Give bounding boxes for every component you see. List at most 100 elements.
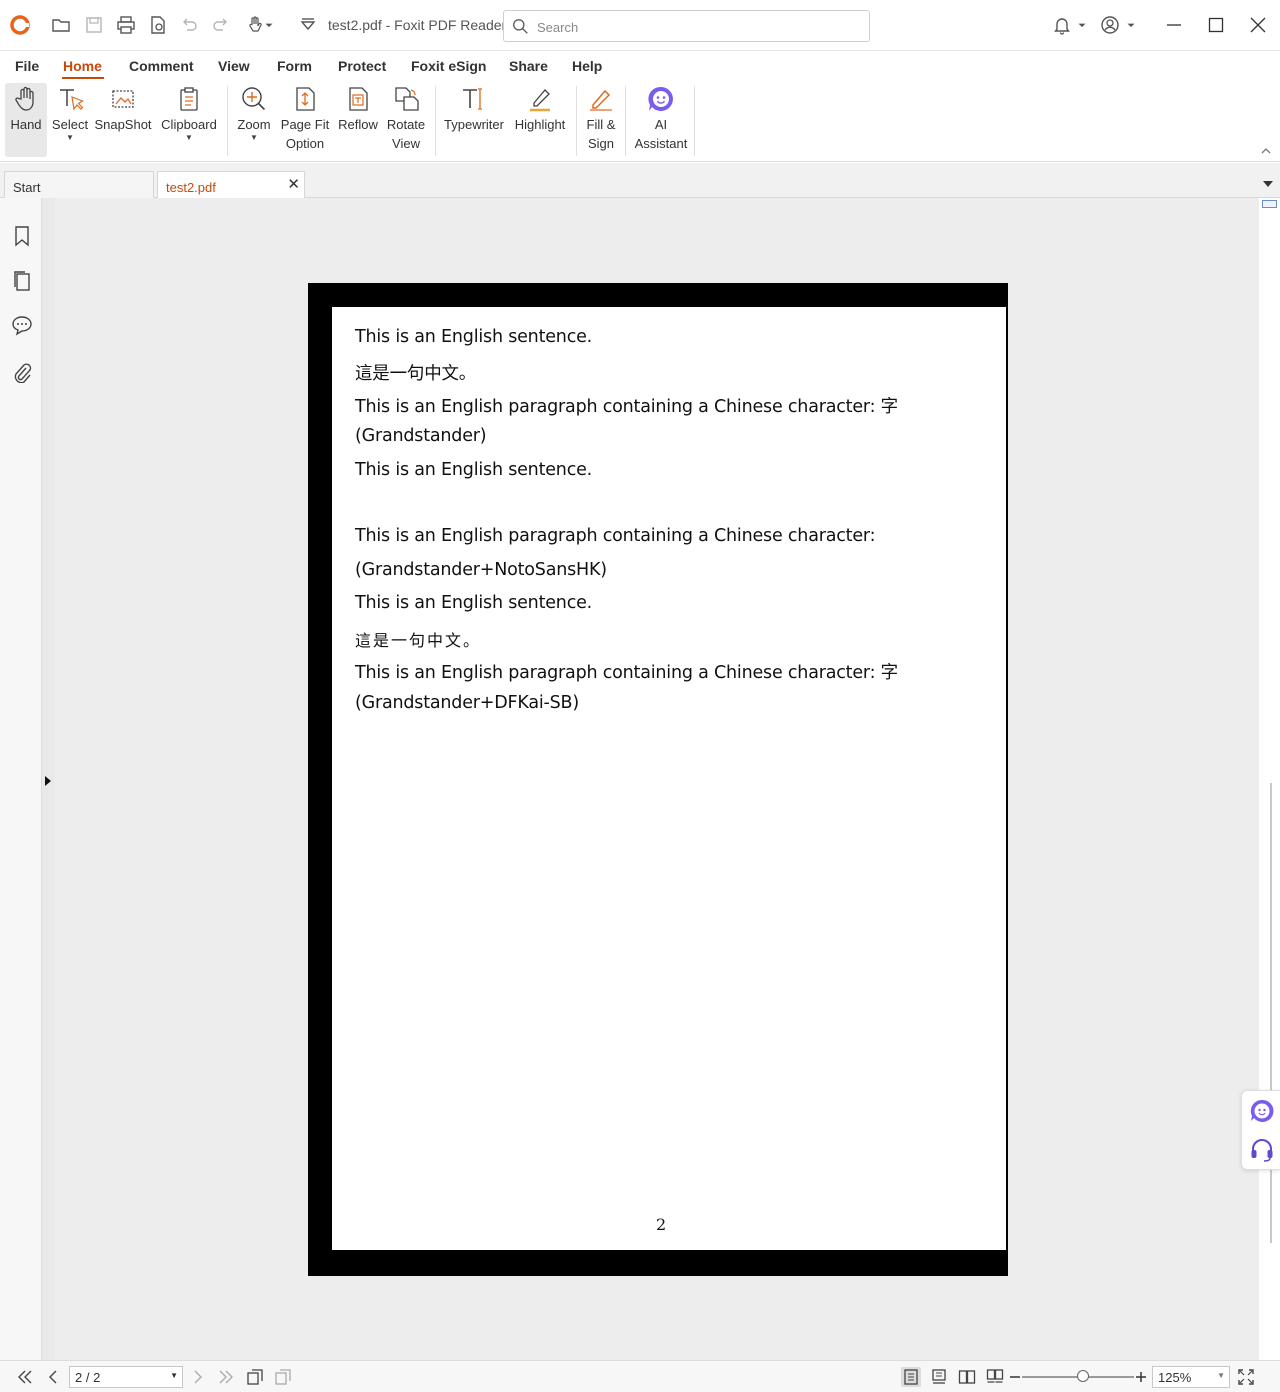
select-text-icon <box>54 85 86 113</box>
open-folder-icon[interactable] <box>50 14 72 36</box>
full-screen-icon[interactable] <box>1236 1367 1256 1387</box>
ribbon-separator <box>694 86 695 156</box>
ai-assistant-label-line1: AI <box>654 117 668 132</box>
highlight-button[interactable]: Highlight <box>511 83 569 157</box>
close-tab-icon[interactable]: ✕ <box>287 177 300 192</box>
menu-comment[interactable]: Comment <box>129 58 194 74</box>
page-fit-label-line1: Page Fit <box>280 117 330 132</box>
tab-list-dropdown-icon[interactable] <box>1262 176 1274 187</box>
title-bar: test2.pdf - Foxit PDF Reader <box>0 0 1280 51</box>
comments-icon[interactable] <box>11 314 33 336</box>
next-page-icon[interactable] <box>188 1367 208 1387</box>
continuous-facing-view-icon[interactable] <box>985 1367 1005 1387</box>
reflow-label: Reflow <box>338 117 378 132</box>
menu-protect[interactable]: Protect <box>338 58 386 74</box>
page-number-selector[interactable]: 2 / 2 ▼ <box>69 1366 183 1388</box>
tab-test2-pdf[interactable]: test2.pdf ✕ <box>157 171 305 198</box>
expand-panel-icon[interactable] <box>44 774 52 786</box>
account-icon[interactable] <box>1099 14 1121 36</box>
search-input[interactable] <box>537 17 857 37</box>
hand-label: Hand <box>10 117 42 132</box>
clipboard-label: Clipboard <box>161 117 217 132</box>
doc-line-5: This is an English sentence. <box>355 460 593 480</box>
chevron-down-icon: ▼ <box>170 1371 178 1380</box>
zoom-slider-thumb[interactable] <box>1077 1370 1089 1382</box>
zoom-in-icon[interactable] <box>1132 1367 1150 1387</box>
search-box[interactable] <box>503 10 870 42</box>
save-icon[interactable] <box>83 14 105 36</box>
continuous-view-icon[interactable] <box>929 1367 949 1387</box>
chevron-down-icon: ▼ <box>1217 1371 1225 1380</box>
customer-support-headset-icon[interactable] <box>1249 1137 1275 1163</box>
snapshot-icon <box>107 85 139 113</box>
close-icon[interactable] <box>1247 14 1269 36</box>
print-icon[interactable] <box>115 14 137 36</box>
menu-form[interactable]: Form <box>277 58 312 74</box>
hand-button[interactable]: Hand <box>5 83 47 157</box>
floating-assist-panel <box>1241 1090 1280 1170</box>
zoom-button[interactable]: Zoom ▼ <box>234 83 274 157</box>
menu-home[interactable]: Home <box>62 58 104 79</box>
undo-icon[interactable] <box>178 14 200 36</box>
bell-icon[interactable] <box>1051 14 1073 36</box>
vertical-scrollbar[interactable] <box>1259 198 1280 1360</box>
zoom-level-selector[interactable]: 125% ▼ <box>1152 1366 1230 1388</box>
doc-line-1: This is an English sentence. <box>355 327 593 347</box>
minimize-icon[interactable] <box>1163 14 1185 36</box>
fill-sign-label-line2: Sign <box>587 136 615 151</box>
menu-share[interactable]: Share <box>509 58 548 74</box>
snapshot-button[interactable]: SnapShot <box>94 83 152 157</box>
next-view-icon[interactable] <box>273 1367 293 1387</box>
first-page-icon[interactable] <box>15 1367 35 1387</box>
single-page-view-icon[interactable] <box>901 1367 921 1387</box>
scroll-position-marker[interactable] <box>1262 200 1277 208</box>
page-fit-icon <box>289 85 321 113</box>
ai-assistant-button[interactable]: AI Assistant <box>632 83 690 157</box>
ribbon-separator <box>435 86 436 156</box>
menu-foxit-esign[interactable]: Foxit eSign <box>411 58 486 74</box>
facing-view-icon[interactable] <box>957 1367 977 1387</box>
page-number-footer: 2 <box>656 1215 667 1234</box>
customize-quick-access-icon[interactable] <box>297 14 319 36</box>
highlight-label: Highlight <box>514 117 566 132</box>
bookmark-icon[interactable] <box>11 225 33 247</box>
previous-page-icon[interactable] <box>43 1367 63 1387</box>
redo-icon[interactable] <box>210 14 232 36</box>
foxit-logo-icon <box>9 14 31 36</box>
pdf-page: This is an English sentence. 這是一句中文。 Thi… <box>308 283 1008 1276</box>
rotate-label-line2: View <box>392 136 420 151</box>
menu-file[interactable]: File <box>15 58 39 74</box>
typewriter-button[interactable]: Typewriter <box>442 83 506 157</box>
scrollbar-thumb[interactable] <box>1270 783 1272 1243</box>
document-view[interactable]: This is an English sentence. 這是一句中文。 Thi… <box>55 198 1259 1360</box>
chevron-down-icon[interactable] <box>1075 14 1089 36</box>
tab-start[interactable]: Start <box>4 171 154 198</box>
pdf-page-content: This is an English sentence. 這是一句中文。 Thi… <box>332 307 1006 1250</box>
maximize-icon[interactable] <box>1205 14 1227 36</box>
fill-sign-button[interactable]: Fill & Sign <box>582 83 620 157</box>
chevron-down-icon[interactable] <box>1124 14 1138 36</box>
menu-view[interactable]: View <box>218 58 250 74</box>
zoom-level: 125% <box>1158 1370 1192 1385</box>
attachment-icon[interactable] <box>11 361 33 384</box>
select-label: Select <box>51 117 89 132</box>
previous-view-icon[interactable] <box>245 1367 265 1387</box>
menu-bar: File Home Comment View Form Protect Foxi… <box>0 52 1280 80</box>
rotate-view-button[interactable]: Rotate View <box>384 83 428 157</box>
clipboard-button[interactable]: Clipboard ▼ <box>158 83 220 157</box>
ribbon-separator <box>576 86 577 156</box>
doc-line-9: This is an English sentence. <box>355 593 593 613</box>
select-button[interactable]: Select ▼ <box>50 83 90 157</box>
page-fit-option-button[interactable]: Page Fit Option <box>278 83 332 157</box>
print-preview-icon[interactable] <box>147 14 169 36</box>
chevron-down-icon[interactable] <box>262 14 276 36</box>
last-page-icon[interactable] <box>216 1367 236 1387</box>
ai-chat-float-icon[interactable] <box>1249 1098 1275 1124</box>
ribbon-separator <box>625 86 626 156</box>
panel-collapse-strip[interactable] <box>42 198 55 1360</box>
menu-help[interactable]: Help <box>572 58 602 74</box>
reflow-button[interactable]: Reflow <box>336 83 380 157</box>
snapshot-label: SnapShot <box>94 117 152 132</box>
collapse-ribbon-icon[interactable] <box>1259 144 1273 158</box>
page-thumbnails-icon[interactable] <box>11 270 33 292</box>
